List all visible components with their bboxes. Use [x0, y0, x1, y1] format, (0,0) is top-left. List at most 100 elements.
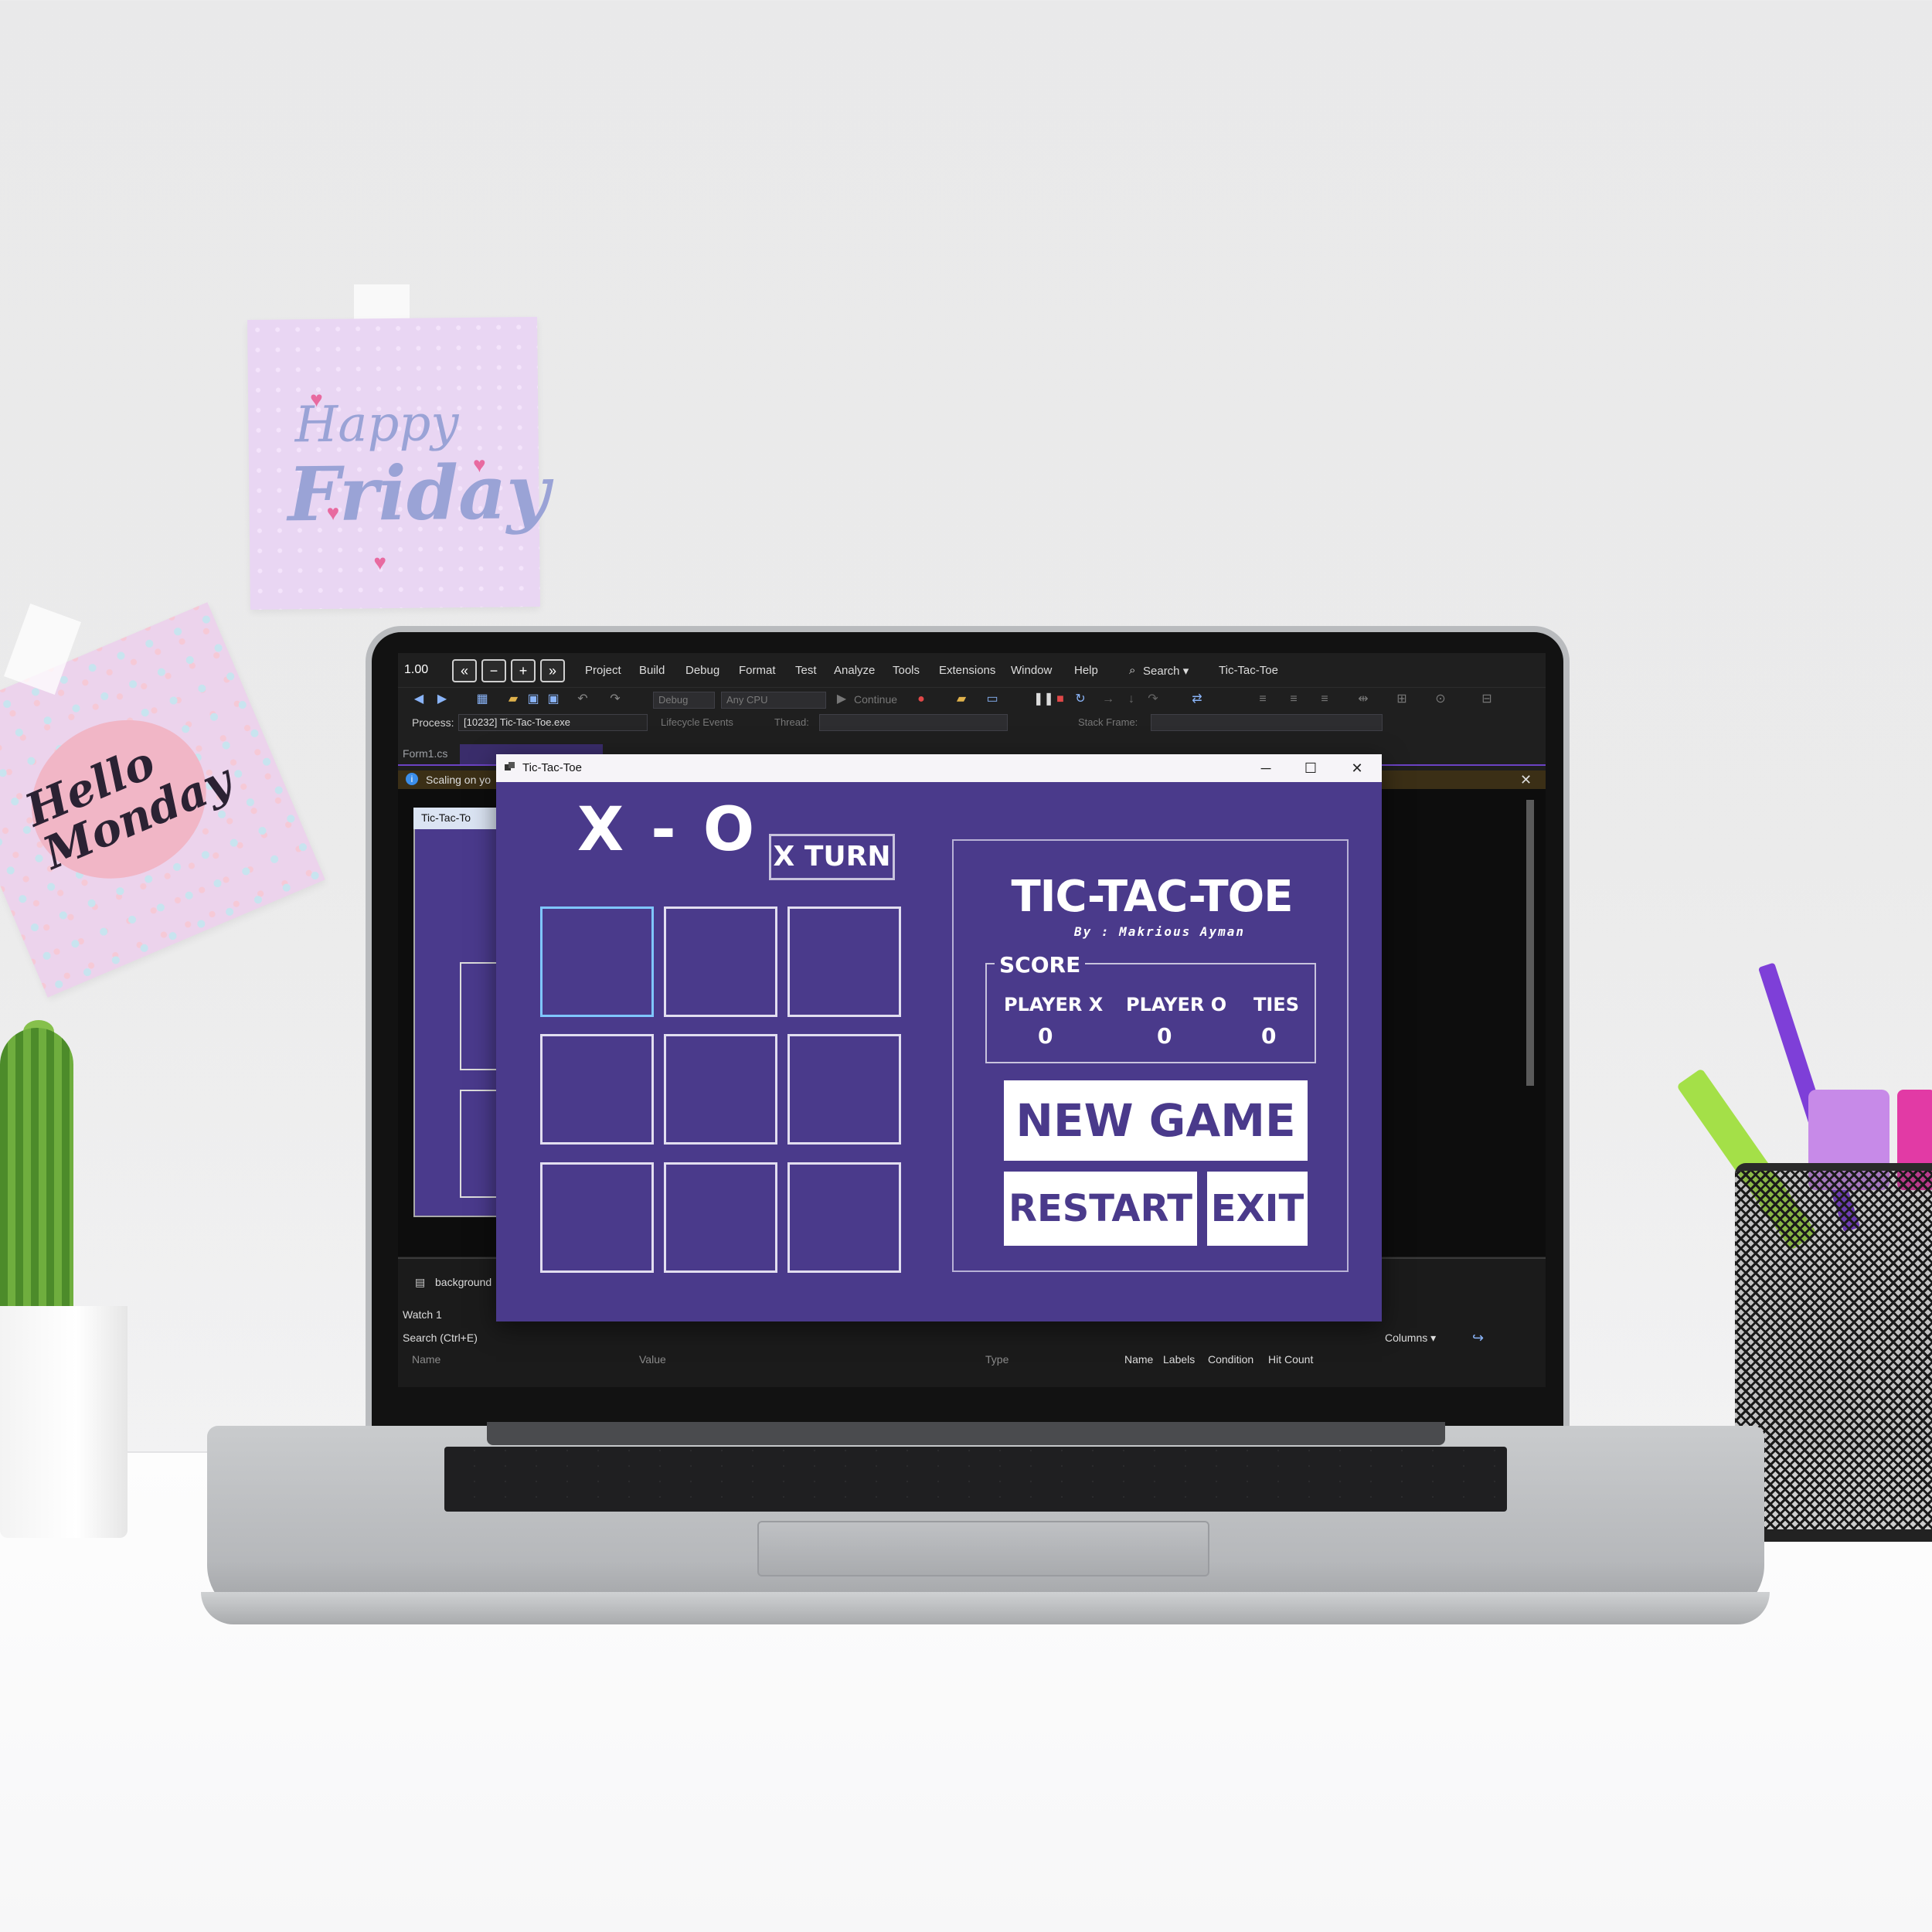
pause-icon[interactable]: ❚❚ — [1033, 692, 1054, 706]
stop-icon[interactable]: ■ — [1053, 692, 1067, 706]
continue-button[interactable]: Continue — [854, 693, 897, 706]
bp-col-name: Name — [1124, 1353, 1154, 1366]
zoom-first-button[interactable]: « — [452, 659, 477, 682]
window-title: Tic-Tac-Toe — [522, 761, 582, 774]
app-icon — [505, 762, 515, 770]
author-byline: By : Makrious Ayman — [1073, 924, 1246, 939]
hot-reload-icon[interactable]: ● — [914, 692, 928, 706]
score-group: SCORE PLAYER X PLAYER O TIES 0 0 0 — [985, 952, 1316, 1063]
menu-analyze[interactable]: Analyze — [834, 664, 875, 677]
new-game-button[interactable]: NEW GAME — [1004, 1080, 1308, 1161]
ide-toolbar: ◀ ▶ ▦ ▰ ▣ ▣ ↶ ↷ Debug Any CPU ▶ Continue… — [398, 687, 1546, 712]
platform-dropdown[interactable]: Any CPU — [721, 692, 826, 709]
ties-score: 0 — [1261, 1023, 1277, 1049]
ties-label: TIES — [1253, 994, 1299, 1015]
search-menu[interactable]: Search ▾ — [1143, 664, 1189, 678]
window-titlebar[interactable]: Tic-Tac-Toe ─ ☐ ✕ — [496, 754, 1382, 782]
board-cell[interactable] — [787, 1034, 901, 1145]
laptop-trackpad — [757, 1521, 1209, 1577]
zoom-in-button[interactable]: + — [511, 659, 536, 682]
stack-frame-label: Stack Frame: — [1078, 716, 1138, 728]
exit-button[interactable]: EXIT — [1207, 1172, 1308, 1246]
laptop-hinge — [487, 1422, 1445, 1445]
columns-dropdown[interactable]: Columns ▾ — [1385, 1332, 1436, 1345]
lifecycle-events[interactable]: Lifecycle Events — [661, 716, 733, 728]
board-cell[interactable] — [664, 1162, 777, 1273]
bp-col-condition: Condition — [1208, 1353, 1254, 1366]
open-folder-icon[interactable]: ▰ — [506, 692, 520, 706]
menu-format[interactable]: Format — [739, 664, 776, 677]
thread-label: Thread: — [774, 716, 809, 728]
menu-build[interactable]: Build — [639, 664, 665, 677]
menu-project[interactable]: Project — [585, 664, 621, 677]
bp-col-labels: Labels — [1163, 1353, 1196, 1366]
align-center-icon[interactable]: ≡ — [1287, 692, 1301, 706]
continue-icon[interactable]: ▶ — [835, 692, 849, 706]
size-icon[interactable]: ⊞ — [1395, 692, 1409, 706]
save-all-icon[interactable]: ▣ — [546, 692, 560, 706]
close-button[interactable]: ✕ — [1340, 757, 1374, 779]
game-title: TIC-TAC-TOE — [1011, 872, 1293, 922]
layout-icon[interactable]: ⊟ — [1480, 692, 1494, 706]
step-over-icon[interactable]: ↷ — [1146, 692, 1160, 706]
designer-form-title: Tic-Tac-To — [413, 808, 506, 829]
breakpoint-tool-icon[interactable]: ⇄ — [1190, 692, 1204, 706]
redo-icon[interactable]: ↪ — [1472, 1330, 1484, 1346]
zoom-last-button[interactable]: » — [540, 659, 565, 682]
zoom-out-button[interactable]: − — [481, 659, 506, 682]
restart-button[interactable]: RESTART — [1004, 1172, 1197, 1246]
board-cell[interactable] — [540, 1034, 654, 1145]
restart-icon[interactable]: ↻ — [1073, 692, 1087, 706]
note-text-friday: Friday — [287, 447, 550, 539]
minimize-button[interactable]: ─ — [1249, 757, 1283, 779]
menu-window[interactable]: Window — [1011, 664, 1052, 677]
back-icon[interactable]: ◀ — [412, 692, 426, 706]
menu-debug[interactable]: Debug — [685, 664, 719, 677]
board-cell[interactable] — [787, 1162, 901, 1273]
board-cell[interactable] — [540, 1162, 654, 1273]
watch-col-value: Value — [639, 1353, 666, 1366]
zoom-level: 1.00 — [404, 663, 429, 676]
player-x-score: 0 — [1038, 1023, 1053, 1049]
watch-title: Watch 1 — [403, 1308, 442, 1321]
window-icon[interactable]: ▭ — [985, 692, 999, 706]
thread-dropdown[interactable] — [819, 714, 1008, 731]
redo-icon[interactable]: ↷ — [608, 692, 622, 706]
tab-form1-cs[interactable]: Form1.cs — [403, 747, 447, 760]
zoom-fit-icon[interactable]: ⊙ — [1434, 692, 1447, 706]
menu-help[interactable]: Help — [1074, 664, 1098, 677]
forward-icon[interactable]: ▶ — [435, 692, 449, 706]
sticky-note-happy-friday: ♥ ♥ ♥ ♥ Happy Friday — [247, 317, 550, 610]
new-item-icon[interactable]: ▦ — [475, 692, 489, 706]
stack-frame-dropdown[interactable] — [1151, 714, 1383, 731]
component-background-worker[interactable]: background — [435, 1276, 492, 1288]
maximize-button[interactable]: ☐ — [1294, 757, 1328, 779]
watch-search[interactable]: Search (Ctrl+E) — [403, 1332, 478, 1344]
process-label: Process: — [412, 716, 454, 729]
align-right-icon[interactable]: ≡ — [1318, 692, 1332, 706]
step-into-icon[interactable]: ↓ — [1124, 692, 1138, 706]
folder-icon[interactable]: ▰ — [954, 692, 968, 706]
board-cell[interactable] — [664, 1034, 777, 1145]
score-legend: SCORE — [995, 952, 1086, 978]
menu-test[interactable]: Test — [795, 664, 817, 677]
board-cell[interactable] — [540, 906, 654, 1017]
save-icon[interactable]: ▣ — [526, 692, 540, 706]
board-cell[interactable] — [787, 906, 901, 1017]
designer-scrollbar[interactable] — [1526, 800, 1534, 1086]
align-icon[interactable]: ≡ — [1256, 692, 1270, 706]
close-icon[interactable]: ✕ — [1520, 772, 1532, 788]
tic-tac-toe-window: Tic-Tac-Toe ─ ☐ ✕ X - O X TURN TIC-TAC-T… — [496, 754, 1382, 1321]
board-cell[interactable] — [664, 906, 777, 1017]
process-dropdown[interactable]: [10232] Tic-Tac-Toe.exe — [458, 714, 648, 731]
cactus — [0, 1028, 73, 1321]
watch-col-name: Name — [412, 1353, 441, 1366]
configuration-dropdown[interactable]: Debug — [653, 692, 715, 709]
search-icon[interactable]: ⌕ — [1129, 664, 1135, 677]
component-icon: ▤ — [415, 1276, 426, 1288]
step-icon[interactable]: → — [1101, 692, 1115, 706]
menu-tools[interactable]: Tools — [893, 664, 920, 677]
spacing-icon[interactable]: ⇹ — [1356, 692, 1370, 706]
menu-extensions[interactable]: Extensions — [939, 664, 995, 677]
undo-icon[interactable]: ↶ — [576, 692, 590, 706]
